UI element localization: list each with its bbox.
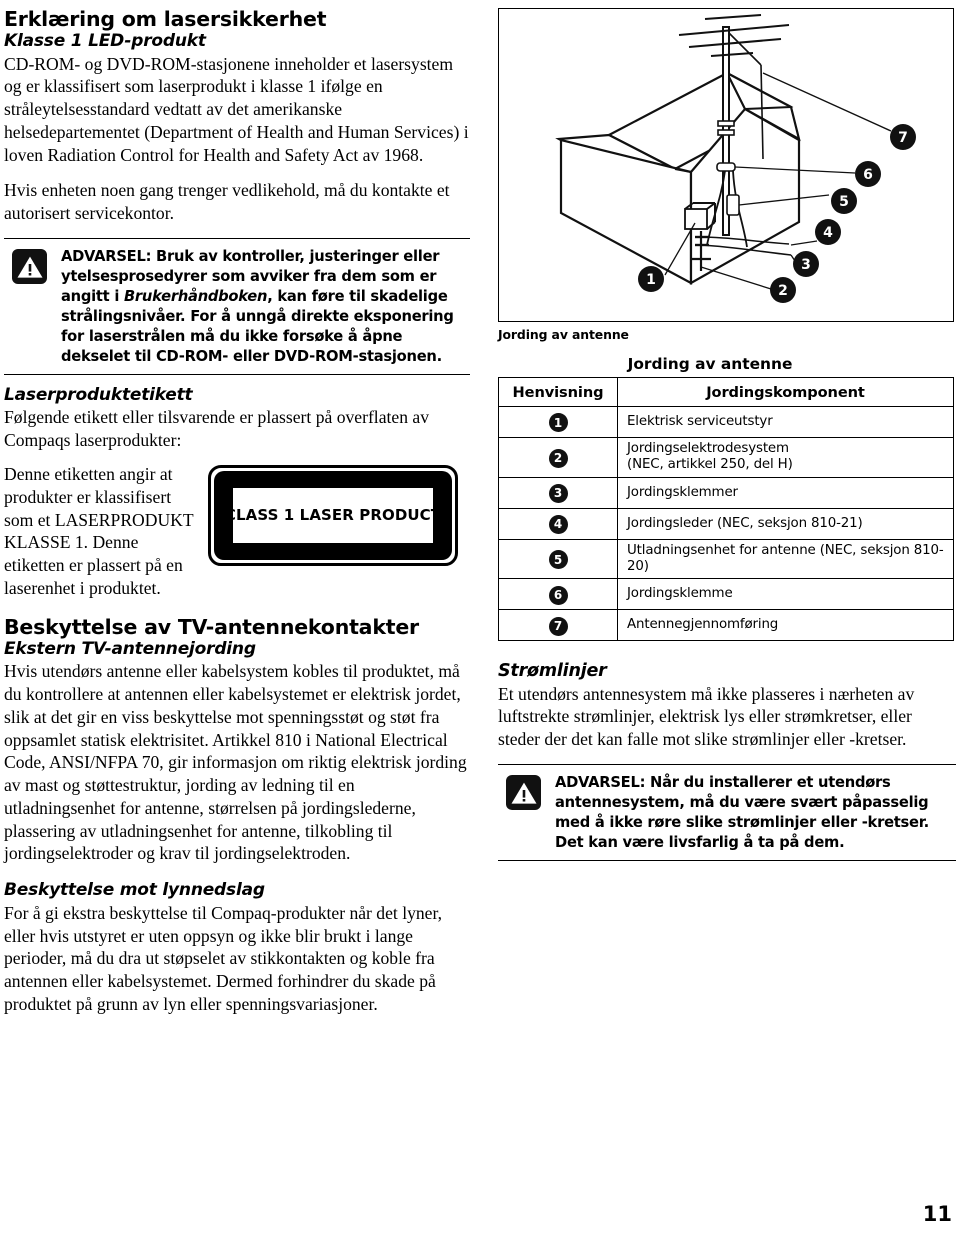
section-title-antennekontakter: Beskyttelse av TV-antennekontakter: [4, 614, 419, 639]
table-header-henvisning: Henvisning: [498, 377, 618, 407]
svg-text:2: 2: [778, 283, 788, 299]
laser-warning-box: ADVARSEL: Bruk av kontroller, justeringe…: [4, 237, 470, 375]
svg-text:1: 1: [646, 272, 656, 288]
svg-text:7: 7: [898, 130, 908, 146]
ref-bubble-6: 6: [548, 585, 568, 605]
table-cell-ref: 2: [498, 437, 618, 478]
power-lines-section: Strømlinjer Et utendørs antennesystem må…: [498, 661, 956, 861]
warning-triangle-glyph: [17, 256, 42, 278]
table-row: 2 Jordingselektrodesystem (NEC, artikkel…: [498, 437, 954, 478]
house-antenna-diagram: 7 6 5 4 3 2 1: [555, 14, 916, 303]
table-row: 4 Jordingsleder (NEC, seksjon 810-21): [498, 507, 954, 540]
table-cell-ref: 5: [498, 538, 618, 580]
lightning-paragraph: For å gi ekstra beskyttelse til Compaq-p…: [4, 902, 443, 1014]
svg-text:4: 4: [823, 225, 833, 241]
section-subtitle-ekstern-antennejording: Ekstern TV-antennejording: [4, 638, 256, 659]
ref-bubble-2: 2: [548, 448, 568, 468]
power-lines-warning-text: ADVARSEL: Når du installerer et utendørs…: [555, 773, 929, 851]
table-cell-desc: Jordingselektrodesystem (NEC, artikkel 2…: [617, 437, 954, 478]
table-row: 1 Elektrisk serviceutstyr: [498, 406, 954, 438]
section-subtitle-stromlinjer: Strømlinjer: [498, 661, 607, 682]
table-cell-ref: 7: [498, 609, 618, 642]
table-row: 3 Jordingsklemmer: [498, 476, 954, 509]
table-cell-desc: Utladningsenhet for antenne (NEC, seksjo…: [617, 538, 954, 580]
figure-caption: Jording av antenne: [498, 327, 629, 342]
ref-bubble-5: 5: [548, 550, 568, 570]
class-1-laser-product-label: CLASS 1 LASER PRODUCT: [208, 464, 458, 566]
table-title: Jording av antenne: [627, 355, 793, 373]
ref-bubble-7: 7: [548, 616, 568, 636]
svg-text:5: 5: [839, 194, 849, 210]
table-cell-ref: 3: [498, 476, 618, 509]
page-number: 11: [922, 1202, 952, 1226]
power-lines-warning-box: ADVARSEL: Når du installerer et utendørs…: [498, 763, 956, 861]
label-side-text: Denne etiketten angir at produkter er kl…: [4, 463, 194, 598]
warning-rule-bottom: [4, 373, 470, 375]
table-cell-ref: 6: [498, 578, 618, 611]
table-cell-desc: Jordingsklemmer: [617, 476, 954, 509]
warning-triangle-icon: [506, 774, 541, 810]
warning-triangle-glyph: [511, 782, 536, 804]
laser-paragraph-1: CD-ROM- og DVD-ROM-stasjonene inneholder…: [4, 53, 469, 165]
document-page: Erklæring om lasersikkerhet Klasse 1 LED…: [0, 0, 960, 1236]
table-cell-desc: Jordingsleder (NEC, seksjon 810-21): [617, 507, 954, 540]
laser-label-row: Denne etiketten angir at produkter er kl…: [4, 463, 470, 600]
warning-triangle-icon: [12, 248, 47, 284]
svg-text:3: 3: [801, 257, 811, 273]
section-subtitle-lynnedslag: Beskyttelse mot lynnedslag: [4, 880, 265, 901]
power-lines-paragraph: Et utendørs antennesystem må ikke plasse…: [498, 683, 915, 750]
left-column: Erklæring om lasersikkerhet Klasse 1 LED…: [4, 8, 470, 1029]
warning-text-italic: Brukerhåndboken: [123, 287, 268, 305]
warning-rule-bottom: [498, 859, 956, 861]
ref-bubble-3: 3: [548, 483, 568, 503]
antenna-paragraph: Hvis utendørs antenne eller kabelsystem …: [4, 661, 467, 864]
table-cell-desc: Antennegjennomføring: [617, 609, 954, 642]
grounding-components-table: Henvisning Jordingskomponent 1 Elektrisk…: [498, 377, 954, 642]
laser-label-text: CLASS 1 LASER PRODUCT: [224, 506, 442, 525]
table-cell-ref: 1: [498, 406, 618, 438]
page-title: Erklæring om lasersikkerhet: [4, 7, 327, 31]
laser-paragraph-2: Hvis enheten noen gang trenger vedlikeho…: [4, 180, 450, 224]
right-column: 7 6 5 4 3 2 1 Jording av antenne Jording…: [498, 8, 956, 872]
table-cell-desc: Jordingsklemme: [617, 578, 954, 611]
table-header-row: Henvisning Jordingskomponent: [498, 377, 954, 407]
table-cell-desc: Elektrisk serviceutstyr: [617, 406, 954, 438]
table-row: 7 Antennegjennomføring: [498, 609, 954, 642]
table-header-jordingskomponent: Jordingskomponent: [617, 377, 954, 407]
table-cell-ref: 4: [498, 507, 618, 540]
section-subtitle-laserproduktetikett: Laserproduktetikett: [4, 384, 193, 405]
section-subtitle-klasse1: Klasse 1 LED-produkt: [4, 30, 206, 51]
ref-bubble-4: 4: [548, 514, 568, 534]
svg-text:6: 6: [863, 167, 873, 183]
antenna-grounding-figure: 7 6 5 4 3 2 1: [498, 8, 954, 322]
table-row: 5 Utladningsenhet for antenne (NEC, seks…: [498, 538, 954, 580]
label-intro-paragraph: Følgende etikett eller tilsvarende er pl…: [4, 407, 430, 451]
table-row: 6 Jordingsklemme: [498, 578, 954, 611]
ref-bubble-1: 1: [548, 413, 568, 433]
laser-warning-text: ADVARSEL: Bruk av kontroller, justeringe…: [61, 247, 470, 367]
